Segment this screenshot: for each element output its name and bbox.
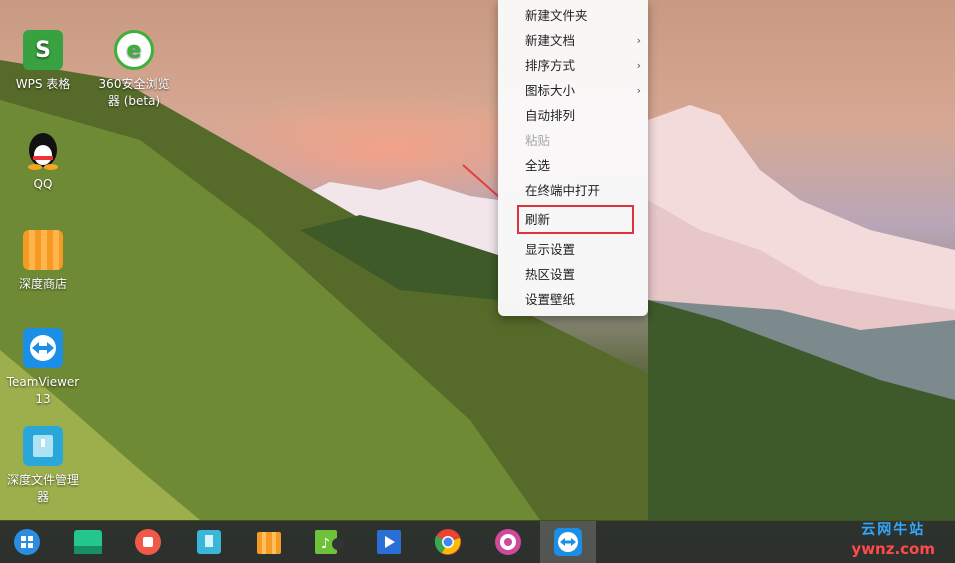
menu-item-label: 热区设置 <box>525 267 576 282</box>
menu-item-label: 排序方式 <box>525 58 576 73</box>
menu-item-label: 显示设置 <box>525 242 576 257</box>
desktop-icon-teamviewer[interactable]: TeamViewer 13 <box>3 328 83 408</box>
menu-item-label: 自动排列 <box>525 108 576 123</box>
watermark-en: ywnz.com <box>851 540 935 558</box>
menu-item-display-settings[interactable]: 显示设置 <box>498 237 648 262</box>
menu-item-label: 图标大小 <box>525 83 576 98</box>
menu-item-new-document[interactable]: 新建文档 › <box>498 28 648 53</box>
teamviewer-icon <box>23 328 63 368</box>
desktop-icon-label: 360安全浏览器 (beta) <box>98 77 170 108</box>
desktop-icon-deepin-store[interactable]: 深度商店 <box>3 230 83 293</box>
dock-music[interactable]: ♪ <box>312 526 346 558</box>
menu-item-select-all[interactable]: 全选 <box>498 153 648 178</box>
dock-chrome[interactable] <box>431 526 465 558</box>
dock-settings[interactable] <box>491 526 525 558</box>
terminal-icon <box>74 530 102 554</box>
qq-penguin-icon <box>23 130 63 170</box>
file-manager-icon <box>23 426 63 466</box>
dock-file-manager[interactable] <box>192 526 226 558</box>
teamviewer-icon <box>554 528 582 556</box>
dock-teamviewer[interactable] <box>540 521 596 563</box>
desktop-icon-file-manager[interactable]: 深度文件管理器 <box>3 426 83 506</box>
launcher-icon <box>14 529 40 555</box>
menu-item-open-in-terminal[interactable]: 在终端中打开 <box>498 178 648 203</box>
file-manager-icon <box>197 530 221 554</box>
desktop-icon-qq[interactable]: QQ <box>3 130 83 193</box>
menu-item-new-folder[interactable]: 新建文件夹 <box>498 3 648 28</box>
desktop-context-menu: 新建文件夹 新建文档 › 排序方式 › 图标大小 › 自动排列 粘贴 全选 在终端中打… <box>498 0 648 316</box>
desktop-icon-label: QQ <box>33 177 53 191</box>
menu-item-set-wallpaper[interactable]: 设置壁纸 <box>498 287 648 312</box>
deepin-store-icon <box>23 230 63 270</box>
desktop-icon-360-browser[interactable]: e 360安全浏览器 (beta) <box>94 30 174 110</box>
dock-deepin-store[interactable] <box>252 526 286 558</box>
menu-item-auto-arrange[interactable]: 自动排列 <box>498 103 648 128</box>
menu-item-label: 新建文档 <box>525 33 576 48</box>
dock: ♪ <box>0 521 955 563</box>
wps-spreadsheet-icon: S <box>23 30 63 70</box>
menu-item-label: 新建文件夹 <box>525 8 588 23</box>
menu-item-label: 全选 <box>525 158 551 173</box>
deepin-store-icon <box>257 532 281 554</box>
360-browser-icon: e <box>114 30 154 70</box>
desktop-icon-wps[interactable]: S WPS 表格 <box>3 30 83 93</box>
desktop-icon-label: 深度文件管理器 <box>6 473 79 504</box>
menu-item-paste: 粘贴 <box>498 128 648 153</box>
svg-text:♪: ♪ <box>321 536 330 552</box>
dock-video-player[interactable] <box>372 526 406 558</box>
dock-terminal[interactable] <box>71 526 105 558</box>
screen-recorder-icon <box>135 529 161 555</box>
menu-item-sort-by[interactable]: 排序方式 › <box>498 53 648 78</box>
refresh-highlight-box <box>517 205 634 234</box>
menu-item-label: 粘贴 <box>525 133 551 148</box>
watermark-cn: 云网牛站 <box>861 522 926 538</box>
chrome-icon <box>434 529 461 555</box>
chevron-right-icon: › <box>636 59 641 72</box>
chevron-right-icon: › <box>636 34 641 47</box>
menu-item-label: 在终端中打开 <box>525 183 601 198</box>
desktop-icon-label: TeamViewer 13 <box>6 375 80 406</box>
desktop-icon-label: 深度商店 <box>18 277 67 291</box>
dock-screen-recorder[interactable] <box>131 526 165 558</box>
menu-item-icon-size[interactable]: 图标大小 › <box>498 78 648 103</box>
settings-icon <box>495 529 521 555</box>
dock-launcher[interactable] <box>10 526 44 558</box>
menu-item-label: 设置壁纸 <box>525 292 576 307</box>
desktop[interactable]: S WPS 表格 e 360安全浏览器 (beta) QQ 深度商店 TeamV… <box>0 0 955 563</box>
video-player-icon <box>377 530 401 554</box>
music-icon: ♪ <box>315 530 344 554</box>
watermark: 云网牛站 ywnz.com <box>851 521 935 559</box>
menu-item-hot-corner-settings[interactable]: 热区设置 <box>498 262 648 287</box>
desktop-icon-label: WPS 表格 <box>15 77 71 91</box>
chevron-right-icon: › <box>636 84 641 97</box>
